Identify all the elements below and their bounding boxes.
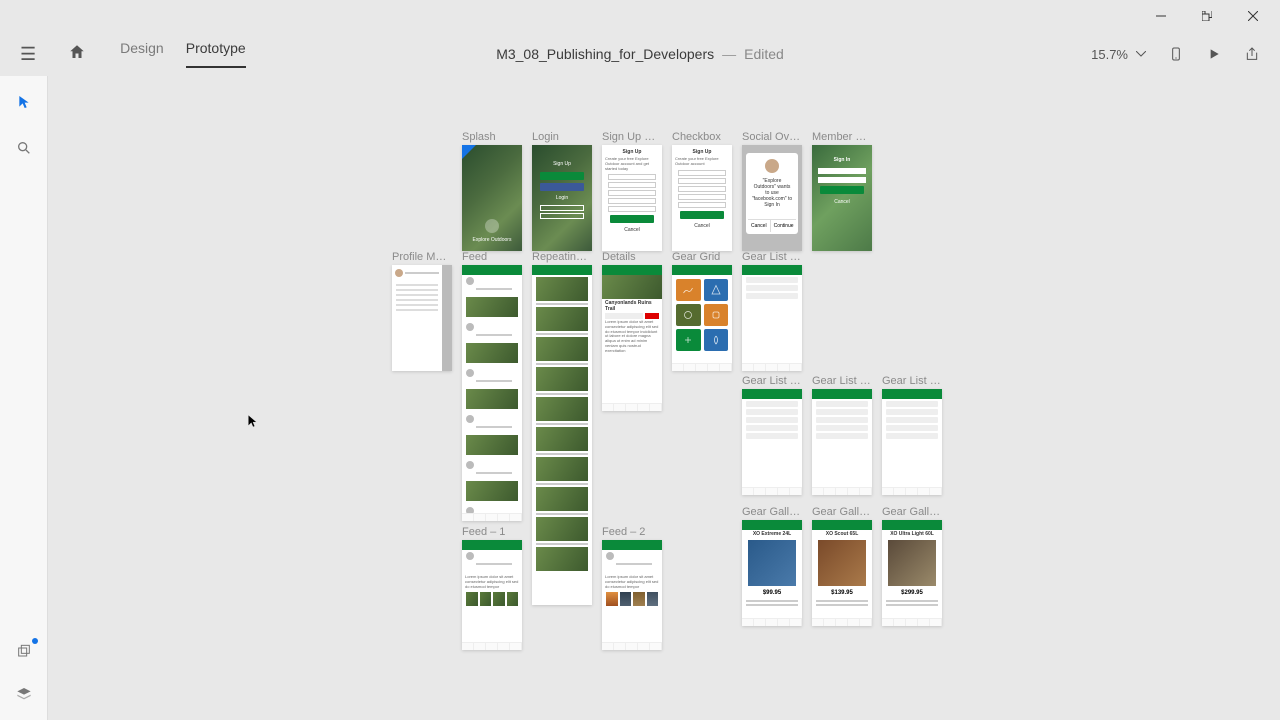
assets-panel-icon[interactable] — [12, 640, 36, 664]
window-close-button[interactable] — [1230, 0, 1276, 32]
menu-icon[interactable]: ☰ — [12, 40, 44, 69]
artboard-social[interactable]: Social Ove… "Explore Outdoors" wants to … — [742, 131, 802, 251]
artboard-gearg1[interactable]: Gear Galle… XO Extreme 24L $99.95 — [742, 506, 802, 626]
artboard-gearg3[interactable]: Gear Galle… XO Ultra Light 60L $299.95 — [882, 506, 942, 626]
thumb-text: XO Extreme 24L — [742, 530, 802, 538]
artboard-label: Gear List – 6 — [812, 375, 872, 387]
tab-prototype[interactable]: Prototype — [186, 40, 246, 68]
artboard-label: Feed – 1 — [462, 526, 522, 538]
thumb-text: XO Ultra Light 60L — [882, 530, 942, 538]
select-tool-icon[interactable] — [12, 90, 36, 114]
canvas[interactable]: Splash Explore Outdoors Login Sign Up Lo… — [48, 76, 1280, 720]
document-title: M3_08_Publishing_for_Developers — [496, 46, 714, 62]
artboard-label: Sign Up E… — [602, 131, 662, 143]
window-titlebar — [0, 0, 1280, 32]
artboard-geargrid[interactable]: Gear Grid — [672, 251, 732, 371]
left-sidebar — [0, 76, 48, 720]
thumb-text: $299.95 — [882, 588, 942, 598]
thumb-text: Cancel — [602, 226, 662, 234]
artboard-gearlist7[interactable]: Gear List – 7 — [882, 375, 942, 495]
thumb-text: Sign Up — [602, 145, 662, 156]
home-artboard-marker-icon — [462, 145, 476, 159]
artboard-login[interactable]: Login Sign Up Login — [532, 131, 592, 251]
app-toolbar: ☰ Design Prototype M3_08_Publishing_for_… — [0, 32, 1280, 76]
layers-panel-icon[interactable] — [12, 682, 36, 706]
artboard-member[interactable]: Member L… Sign In Cancel — [812, 131, 872, 251]
artboard-gearlist6[interactable]: Gear List – 6 — [812, 375, 872, 495]
artboard-label: Login — [532, 131, 592, 143]
artboard-feed2[interactable]: Feed – 2 Lorem ipsum dolor sit amet cons… — [602, 526, 662, 650]
artboard-gearg2[interactable]: Gear Galle… XO Scout 65L $139.95 — [812, 506, 872, 626]
zoom-value: 15.7% — [1091, 47, 1128, 62]
artboard-label: Profile Me… — [392, 251, 452, 263]
chevron-down-icon — [1136, 51, 1146, 57]
thumb-text: "Explore Outdoors" wants to use "faceboo… — [748, 177, 796, 209]
zoom-tool-icon[interactable] — [12, 136, 36, 160]
share-icon[interactable] — [1244, 46, 1260, 62]
tab-design[interactable]: Design — [120, 40, 164, 68]
thumb-text: Sign In — [812, 155, 872, 165]
window-minimize-button[interactable] — [1138, 0, 1184, 32]
artboard-label: Repeating … — [532, 251, 592, 263]
artboard-checkbox[interactable]: Checkbox Sign Up Create your free Explor… — [672, 131, 732, 251]
artboard-label: Social Ove… — [742, 131, 802, 143]
thumb-text: Cancel — [812, 197, 872, 207]
artboard-label: Gear Galle… — [812, 506, 872, 518]
artboard-label: Feed – 2 — [602, 526, 662, 538]
artboard-gearlist5[interactable]: Gear List – 5 — [742, 375, 802, 495]
artboard-label: Gear Galle… — [882, 506, 942, 518]
artboard-label: Gear Grid — [672, 251, 732, 263]
artboard-label: Splash — [462, 131, 522, 143]
thumb-text: $139.95 — [812, 588, 872, 598]
artboard-feed[interactable]: Feed — [462, 251, 522, 521]
artboard-feed1[interactable]: Feed – 1 Lorem ipsum dolor sit amet cons… — [462, 526, 522, 650]
artboard-label: Gear List – 5 — [742, 375, 802, 387]
thumb-text: $99.95 — [742, 588, 802, 598]
artboard-label: Details — [602, 251, 662, 263]
device-preview-icon[interactable] — [1168, 46, 1184, 62]
artboard-details[interactable]: Details Canyonlands Ruins Trail Lorem ip… — [602, 251, 662, 411]
artboard-label: Member L… — [812, 131, 872, 143]
artboard-signup[interactable]: Sign Up E… Sign Up Create your free Expl… — [602, 131, 662, 251]
play-icon[interactable] — [1206, 46, 1222, 62]
artboard-profile[interactable]: Profile Me… — [392, 251, 452, 371]
artboard-repeating[interactable]: Repeating … — [532, 251, 592, 605]
thumb-text: XO Scout 65L — [812, 530, 872, 538]
window-maximize-button[interactable] — [1184, 0, 1230, 32]
artboard-label: Feed — [462, 251, 522, 263]
thumb-text: Cancel — [748, 220, 771, 232]
thumb-text: Login — [532, 193, 592, 203]
home-icon[interactable] — [62, 39, 92, 70]
zoom-dropdown[interactable]: 15.7% — [1091, 47, 1146, 62]
artboard-gearlist4[interactable]: Gear List – 4 — [742, 251, 802, 371]
edited-separator: — — [722, 46, 736, 62]
artboard-label: Gear Galle… — [742, 506, 802, 518]
thumb-text: Sign Up — [532, 159, 592, 169]
thumb-text: Cancel — [672, 222, 732, 230]
thumb-text: Continue — [771, 220, 797, 232]
artboard-label: Gear List – 7 — [882, 375, 942, 387]
edited-label: Edited — [744, 46, 784, 62]
artboard-splash[interactable]: Splash Explore Outdoors — [462, 131, 522, 251]
artboard-label: Gear List – 4 — [742, 251, 802, 263]
cursor-icon — [246, 412, 260, 435]
thumb-text: Sign Up — [672, 145, 732, 156]
artboard-label: Checkbox — [672, 131, 732, 143]
thumb-text: Explore Outdoors — [462, 235, 522, 245]
